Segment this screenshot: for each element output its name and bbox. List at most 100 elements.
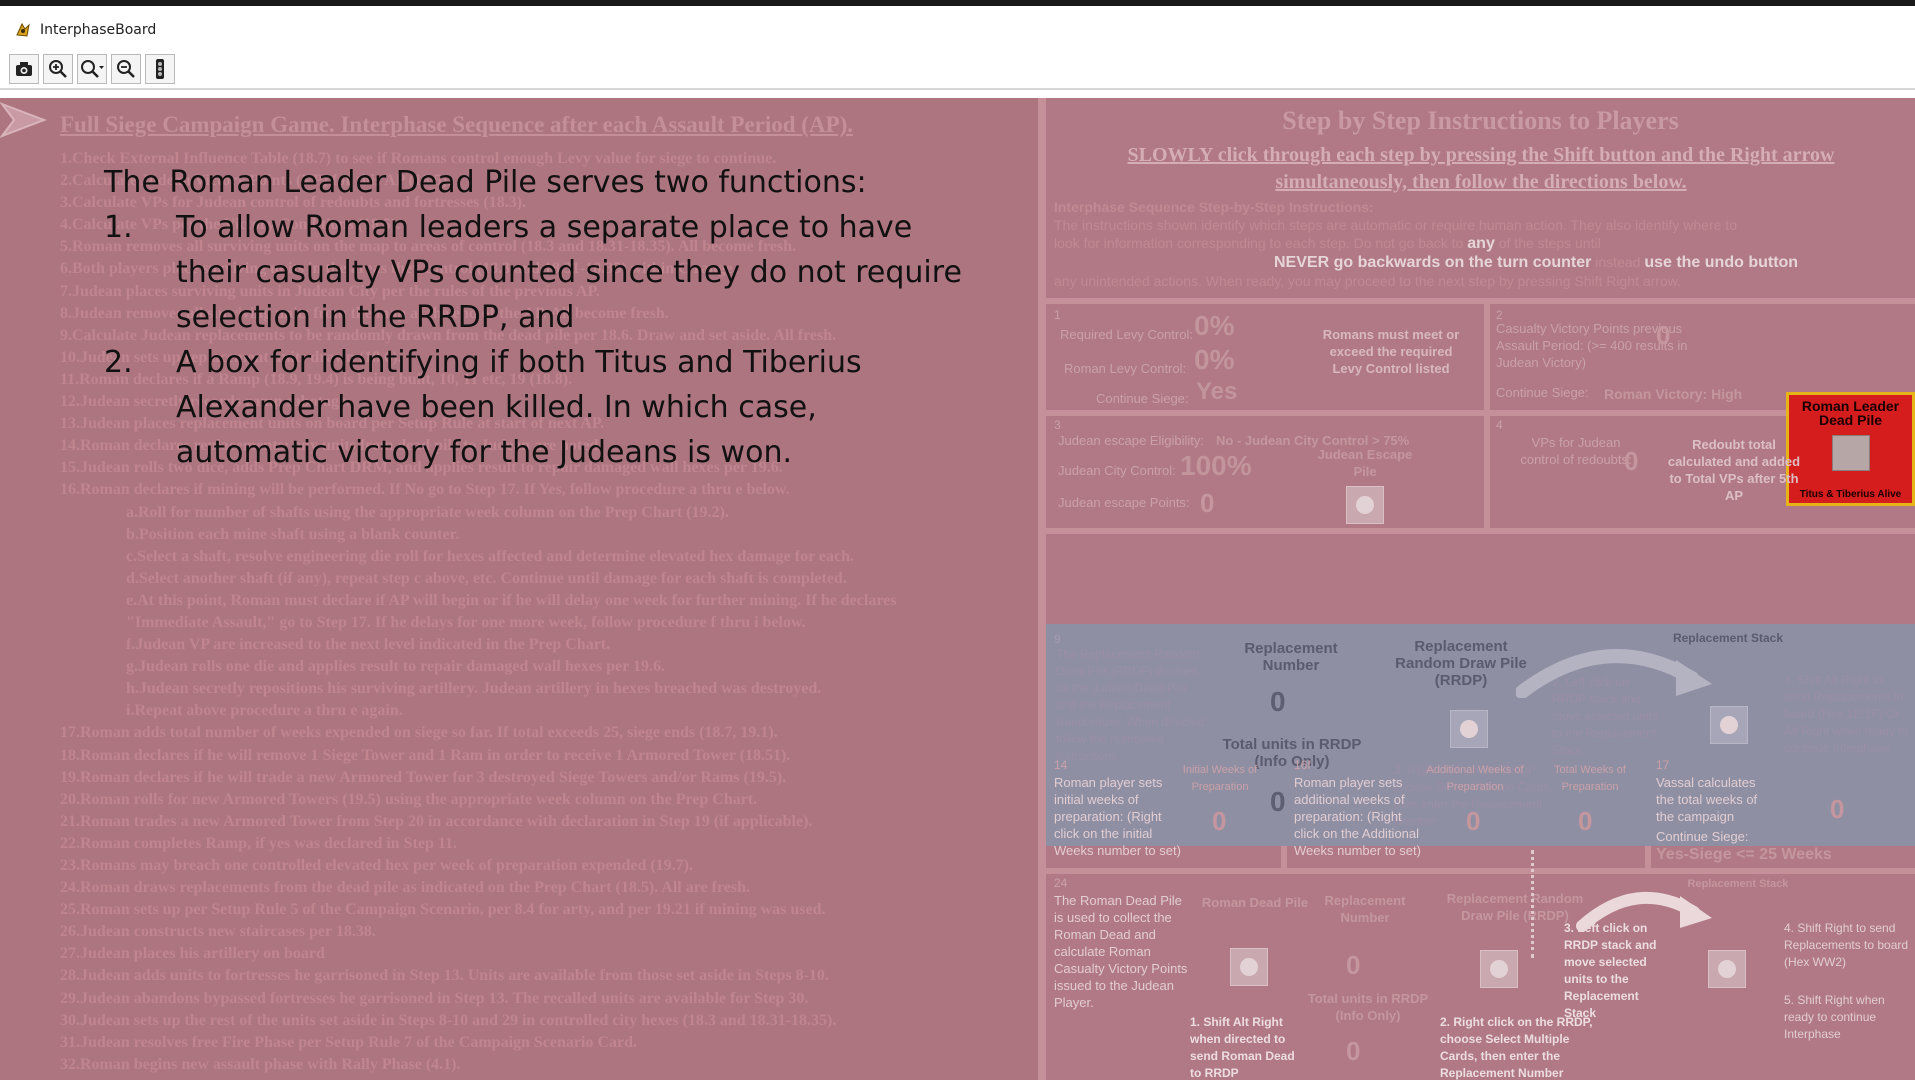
zoom-in-button[interactable] bbox=[43, 54, 73, 84]
sequence-sub-step: e.At this point, Roman must declare if A… bbox=[126, 591, 897, 609]
grid-line bbox=[1046, 868, 1915, 874]
curved-arrow-icon bbox=[1576, 891, 1712, 932]
roman-leader-dead-pile[interactable]: Roman Leader Dead Pile Titus & Tiberius … bbox=[1786, 392, 1915, 506]
instructions-subheading: SLOWLY click through each step by pressi… bbox=[1127, 144, 1835, 193]
interphase-sequence-panel: Full Siege Campaign Game. Interphase Seq… bbox=[0, 98, 1038, 1080]
sequence-sub-step: d.Select another shaft (if any), repeat … bbox=[126, 569, 847, 587]
zoom-out-icon bbox=[117, 60, 135, 78]
sequence-step: 28.Judean adds units to fortresses he ga… bbox=[60, 967, 829, 985]
additional-weeks-instruction: Roman player sets additional weeks of pr… bbox=[1294, 775, 1421, 858]
casualty-vp-label: Casualty Victory Points previous Assault… bbox=[1496, 321, 1688, 370]
window-title: InterphaseBoard bbox=[40, 22, 157, 38]
dead-pile-status: Titus & Tiberius Alive bbox=[1799, 489, 1902, 500]
sequence-sub-step: c.Select a shaft, resolve engineering di… bbox=[126, 547, 854, 565]
intro-line: look for information corresponding to ea… bbox=[1054, 234, 1909, 253]
grid-line bbox=[1484, 298, 1490, 528]
redoubt-vp-value: 0 bbox=[1624, 446, 1639, 476]
total-weeks-label: Total Weeks of Preparation bbox=[1554, 764, 1626, 793]
sequence-sub-step: h.Judean secretly repositions his surviv… bbox=[126, 680, 822, 698]
replacement-stack[interactable] bbox=[1710, 706, 1748, 744]
camera-button[interactable] bbox=[9, 54, 39, 84]
row24-total-label: Total units in RRDP (Info Only) bbox=[1307, 991, 1429, 1023]
intro-line: NEVER go backwards on the turn counter i… bbox=[1054, 253, 1909, 272]
instructions-heading: Step by Step Instructions to Players bbox=[1282, 106, 1679, 135]
interphase-board: Full Siege Campaign Game. Interphase Seq… bbox=[0, 98, 1915, 1080]
replacement-number-value: 0 bbox=[1270, 686, 1286, 717]
sequence-step: 22.Roman completes Ramp, if yes was decl… bbox=[60, 834, 458, 852]
additional-weeks-value[interactable]: 0 bbox=[1466, 806, 1480, 837]
required-levy-label: Required Levy Control: bbox=[1060, 327, 1193, 342]
sequence-title: Full Siege Campaign Game. Interphase Seq… bbox=[60, 112, 854, 137]
intro-emphasis: use the undo button bbox=[1644, 254, 1799, 271]
traffic-light-icon bbox=[156, 59, 164, 79]
row24-step-4: 4. Shift Right to send Replacements to b… bbox=[1784, 921, 1909, 969]
intro-line: The instructions shown identify which st… bbox=[1054, 217, 1737, 233]
casualty-vp-value: 0 bbox=[1656, 320, 1671, 350]
zoom-select-icon bbox=[81, 60, 104, 78]
zoom-select-button[interactable] bbox=[77, 54, 107, 84]
cell-number: 24 bbox=[1054, 876, 1068, 890]
continue-siege-value: Yes bbox=[1196, 378, 1238, 405]
dotted-divider bbox=[1531, 850, 1534, 958]
sequence-step: 17.Roman adds total number of weeks expe… bbox=[60, 724, 778, 742]
sequence-step: 20.Roman rolls for new Armored Towers (1… bbox=[60, 790, 758, 808]
sequence-step: 25.Roman sets up per Setup Rule 5 of the… bbox=[60, 901, 826, 919]
cell-number: 14 bbox=[1054, 758, 1068, 772]
escape-pile-counter[interactable] bbox=[1346, 486, 1384, 524]
leader-counter[interactable] bbox=[1832, 435, 1870, 471]
roman-dead-pile[interactable] bbox=[1230, 948, 1268, 986]
intro-text: of the steps until bbox=[1498, 235, 1601, 251]
additional-weeks-label: Additional Weeks of Preparation bbox=[1426, 764, 1524, 793]
replacement-description: The Replacement Random Draw Pile (RRDP) … bbox=[1056, 647, 1205, 763]
rrdp-step-4: 4. Shift Alt Right to send Replacements … bbox=[1784, 673, 1909, 755]
callout-item-text: A box for identifying if both Titus and … bbox=[176, 345, 862, 470]
camera-icon bbox=[16, 62, 32, 76]
callout-item-number: 2. bbox=[104, 345, 133, 380]
curved-arrow-icon bbox=[1516, 649, 1712, 698]
sequence-step: 26.Judean constructs new staircases per … bbox=[60, 923, 376, 941]
sequence-sub-step: i.Repeat above procedure a thru e again. bbox=[126, 702, 403, 720]
row24-replacement-number-value: 0 bbox=[1346, 950, 1361, 980]
escape-eligibility-label: Judean escape Eligibility: bbox=[1058, 433, 1204, 448]
intro-text: look for information corresponding to ea… bbox=[1054, 235, 1350, 251]
redoubt-vp-label: VPs for Judean control of redoubts: bbox=[1520, 435, 1632, 467]
chevron-right-icon bbox=[0, 102, 47, 138]
levy-note: Romans must meet or exceed the required … bbox=[1322, 327, 1460, 376]
sequence-sub-step: g.Judean rolls one die and applies resul… bbox=[126, 658, 666, 676]
sequence-step: 16.Roman declares if mining will be perf… bbox=[60, 481, 790, 499]
callout-item: 1. To allow Roman leaders a separate pla… bbox=[104, 205, 964, 340]
continue-siege-value: Roman Victory: High bbox=[1604, 386, 1743, 402]
row24-step-2: 2. Right click on the RRDP, choose Selec… bbox=[1440, 1015, 1593, 1080]
roman-levy-label: Roman Levy Control: bbox=[1064, 361, 1187, 376]
callout-item-number: 1. bbox=[104, 210, 133, 245]
app-logo-icon bbox=[16, 22, 30, 37]
sequence-step: 27.Judean places his artillery on board bbox=[60, 945, 325, 963]
row24-replacement-stack[interactable] bbox=[1708, 950, 1746, 988]
instructions-intro: Interphase Sequence Step-by-Step Instruc… bbox=[1054, 198, 1909, 290]
sequence-step: 30.Judean sets up the rest of the units … bbox=[60, 1011, 837, 1029]
cell-number: 1 bbox=[1054, 308, 1061, 322]
cell-number: 4 bbox=[1496, 418, 1503, 432]
roman-dead-pile-label: Roman Dead Pile bbox=[1201, 895, 1309, 910]
intro-text: instead bbox=[1595, 254, 1641, 270]
roman-levy-value: 0% bbox=[1194, 344, 1235, 375]
sequence-step: 19.Roman declares if he will trade a new… bbox=[60, 768, 787, 786]
rrdp-stack[interactable] bbox=[1450, 710, 1488, 748]
interphase-board-window: InterphaseBoard Full Siege Campaign Game… bbox=[0, 0, 1915, 1080]
sequence-sub-step: f.Judean VP are increased to the next le… bbox=[126, 636, 611, 654]
traffic-light-button[interactable] bbox=[145, 54, 175, 84]
escape-pile-label: Judean Escape Pile bbox=[1317, 447, 1413, 479]
intro-emphasis: any bbox=[1467, 235, 1495, 252]
sequence-step: 31.Judean resolves free Fire Phase per S… bbox=[60, 1033, 638, 1051]
total-weeks-value: 0 bbox=[1578, 806, 1593, 836]
grid-line bbox=[1046, 298, 1915, 304]
cell-number: 3 bbox=[1054, 418, 1061, 432]
sequence-sub-step: "Immediate Assault," go to Step 17. If h… bbox=[126, 613, 806, 631]
intro-title: Interphase Sequence Step-by-Step Instruc… bbox=[1054, 199, 1374, 215]
sequence-step: 18.Roman declares if he will remove 1 Si… bbox=[60, 746, 791, 764]
initial-weeks-value[interactable]: 0 bbox=[1212, 806, 1226, 837]
callout-intro: The Roman Leader Dead Pile serves two fu… bbox=[104, 165, 867, 200]
sequence-step: 23.Romans may breach one controlled elev… bbox=[60, 857, 693, 874]
row24-rrdp-stack[interactable] bbox=[1480, 950, 1518, 988]
zoom-out-button[interactable] bbox=[111, 54, 141, 84]
